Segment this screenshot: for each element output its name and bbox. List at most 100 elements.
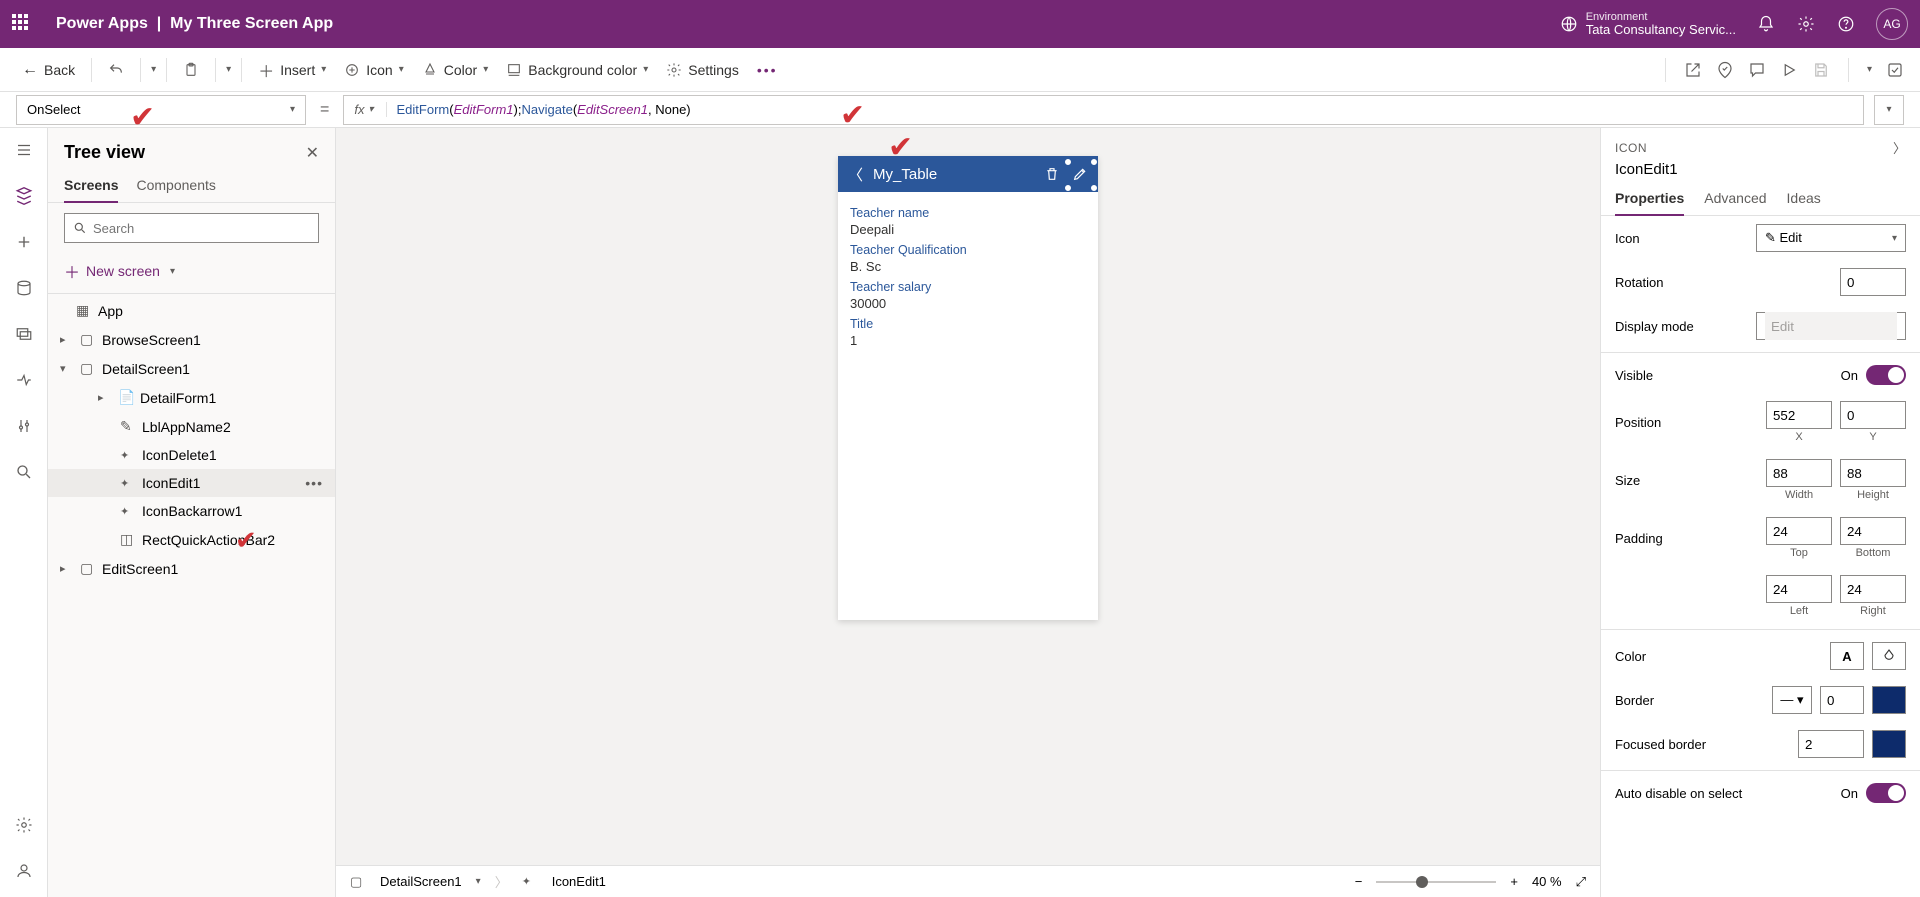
tree-node-lblappname[interactable]: ✎LblAppName2 (48, 412, 335, 441)
zoom-in-icon[interactable]: + (1510, 874, 1518, 889)
zoom-out-icon[interactable]: − (1355, 874, 1363, 889)
visible-toggle[interactable] (1866, 365, 1906, 385)
tab-advanced[interactable]: Advanced (1704, 184, 1766, 215)
user-avatar[interactable]: AG (1876, 8, 1908, 40)
paste-button[interactable] (177, 58, 205, 82)
settings-button[interactable]: Settings (660, 58, 745, 82)
field-label: Teacher salary (850, 280, 1086, 294)
virtual-agent-icon[interactable] (12, 859, 36, 883)
flow-rail-icon[interactable] (12, 368, 36, 392)
undo-split-chevron-icon[interactable]: ▾ (151, 64, 156, 75)
fit-icon[interactable]: ⤢ (1576, 874, 1586, 890)
tree-node-detailscreen[interactable]: ▾▢DetailScreen1 (48, 354, 335, 383)
border-color-swatch[interactable] (1872, 686, 1906, 714)
pad-right-input[interactable] (1840, 575, 1906, 603)
settings-rail-icon[interactable] (12, 813, 36, 837)
field-value: 1 (850, 333, 1086, 348)
add-icon-button[interactable]: Icon▾ (338, 58, 410, 82)
left-rail (0, 128, 48, 897)
tree-node-rectbar[interactable]: ◫RectQuickActionBar2 (48, 525, 335, 554)
back-icon[interactable]: 〈 (848, 164, 863, 185)
canvas[interactable]: ✔ 〈 My_Table Teacher name Deepali (336, 128, 1600, 897)
expand-formula-icon[interactable]: ▾ (1874, 95, 1904, 125)
tree-node-editscreen[interactable]: ▸▢EditScreen1 (48, 554, 335, 583)
tree-node-app[interactable]: ▦App (48, 296, 335, 325)
insert-button[interactable]: ＋Insert▾ (252, 54, 332, 86)
search-input[interactable] (93, 221, 310, 236)
pad-bottom-input[interactable] (1840, 517, 1906, 545)
publish-icon[interactable] (1886, 61, 1904, 79)
back-button[interactable]: ←Back (16, 57, 81, 83)
field-value: B. Sc (850, 259, 1086, 274)
display-mode (1765, 312, 1897, 340)
icon-picker[interactable]: ✎ Edit▾ (1756, 224, 1906, 252)
insert-rail-icon[interactable] (12, 230, 36, 254)
field-value: Deepali (850, 222, 1086, 237)
border-width-input[interactable] (1820, 686, 1864, 714)
property-selector[interactable]: OnSelect▾ (16, 95, 306, 125)
field-label: Teacher Qualification (850, 243, 1086, 257)
more-icon[interactable]: ••• (305, 475, 323, 491)
breadcrumb-screen[interactable]: DetailScreen1 (380, 874, 462, 889)
publish-split-chevron-icon[interactable]: ▾ (1867, 64, 1872, 75)
paste-split-chevron-icon[interactable]: ▾ (226, 64, 231, 75)
delete-icon[interactable] (1044, 166, 1060, 182)
tab-ideas[interactable]: Ideas (1787, 184, 1821, 215)
pad-top-input[interactable] (1766, 517, 1832, 545)
border-style[interactable]: — ▾ (1772, 686, 1812, 714)
comments-icon[interactable] (1748, 61, 1766, 79)
data-rail-icon[interactable] (12, 276, 36, 300)
notifications-icon[interactable] (1756, 14, 1776, 34)
tree-search[interactable] (64, 213, 319, 243)
fill-color-swatch[interactable] (1872, 642, 1906, 670)
overflow-icon[interactable]: ••• (751, 58, 784, 82)
focused-border-color-swatch[interactable] (1872, 730, 1906, 758)
close-tree-icon[interactable]: ✕ (306, 143, 319, 163)
rotation-input[interactable] (1840, 268, 1906, 296)
check-annotation: ✔ (130, 100, 155, 135)
zoom-value: 40 % (1532, 874, 1562, 889)
control-name: IconEdit1 (1601, 161, 1920, 184)
environment-picker[interactable]: EnvironmentTata Consultancy Servic... (1560, 11, 1736, 37)
width-input[interactable] (1766, 459, 1832, 487)
expand-props-icon[interactable]: 〉 (1893, 138, 1906, 157)
tree-node-browsescreen[interactable]: ▸▢BrowseScreen1 (48, 325, 335, 354)
hamburger-icon[interactable] (12, 138, 36, 162)
media-rail-icon[interactable] (12, 322, 36, 346)
screen-icon: ▢ (350, 874, 366, 890)
bgcolor-button[interactable]: Background color▾ (500, 58, 654, 82)
help-icon[interactable] (1836, 14, 1856, 34)
settings-icon[interactable] (1796, 14, 1816, 34)
edit-icon[interactable] (1072, 166, 1088, 182)
height-input[interactable] (1840, 459, 1906, 487)
undo-button[interactable] (102, 58, 130, 82)
canvas-footer: ▢ DetailScreen1 ▾ 〉 ✦ IconEdit1 − + 40 %… (336, 865, 1600, 897)
tree-view-icon[interactable] (12, 184, 36, 208)
save-icon[interactable] (1812, 61, 1830, 79)
tree-node-icondelete[interactable]: ✦IconDelete1 (48, 441, 335, 469)
checker-icon[interactable] (1716, 61, 1734, 79)
color-button[interactable]: Color▾ (416, 58, 495, 82)
pos-y-input[interactable] (1840, 401, 1906, 429)
preview-icon[interactable] (1780, 61, 1798, 79)
zoom-slider[interactable] (1376, 881, 1496, 883)
autodisable-toggle[interactable] (1866, 783, 1906, 803)
new-screen-button[interactable]: ＋New screen▾ (48, 253, 335, 294)
tree-node-iconedit[interactable]: ✦IconEdit1••• (48, 469, 335, 497)
pad-left-input[interactable] (1766, 575, 1832, 603)
tools-rail-icon[interactable] (12, 414, 36, 438)
app-launcher-icon[interactable] (12, 14, 32, 34)
pos-x-input[interactable] (1766, 401, 1832, 429)
share-icon[interactable] (1684, 61, 1702, 79)
tab-properties[interactable]: Properties (1615, 184, 1684, 216)
focused-border-input[interactable] (1798, 730, 1864, 758)
font-color-swatch[interactable]: A (1830, 642, 1864, 670)
tree-node-detailform[interactable]: ▸📄DetailForm1 (48, 383, 335, 412)
search-rail-icon[interactable] (12, 460, 36, 484)
tab-components[interactable]: Components (136, 171, 215, 202)
tab-screens[interactable]: Screens (64, 171, 118, 203)
equals-label: = (316, 101, 333, 119)
breadcrumb-element[interactable]: IconEdit1 (552, 874, 606, 889)
tree-node-iconback[interactable]: ✦IconBackarrow1 (48, 497, 335, 525)
formula-input[interactable]: fx▾ EditForm(EditForm1);Navigate(EditScr… (343, 95, 1864, 125)
